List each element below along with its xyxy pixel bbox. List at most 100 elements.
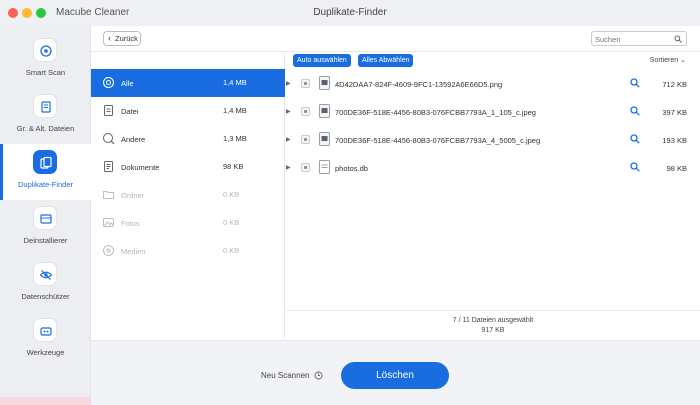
file-checkbox[interactable]	[301, 163, 310, 172]
preview-search-icon[interactable]	[630, 106, 640, 116]
sort-label: Sortieren	[649, 57, 679, 64]
file-name: photos.db	[335, 164, 368, 173]
sidebar-item-label: Datenschützer	[21, 292, 70, 301]
category-name: Fotos	[121, 219, 140, 228]
expand-arrow-icon[interactable]: ▶	[286, 136, 291, 143]
duplicate-files-icon	[33, 150, 57, 174]
file-name: 4D42DAA7-824F-4609-9FC1-13592A6E66D5.png	[335, 80, 503, 89]
category-item-media: Medien 0 KB	[91, 237, 285, 265]
sidebar-item-duplicate-finder[interactable]: Duplikate-Finder	[0, 144, 91, 200]
other-icon	[103, 133, 115, 145]
title-bar: Macube Cleaner Duplikate-Finder	[0, 0, 700, 26]
file-checkbox[interactable]	[301, 79, 310, 88]
category-name: Datei	[121, 107, 139, 116]
eye-slash-icon	[33, 262, 57, 286]
file-size: 712 KB	[662, 80, 687, 89]
category-size: 1,4 MB	[223, 106, 247, 115]
sidebar-item-privacy[interactable]: Datenschützer	[0, 256, 91, 312]
chevron-down-icon: ⌄	[680, 57, 686, 64]
toolbox-icon	[33, 318, 57, 342]
window-title: Duplikate-Finder	[313, 7, 387, 18]
documents-icon	[104, 161, 113, 172]
category-name: Alle	[121, 79, 134, 88]
selection-count: 7 / 11 Dateien ausgewählt	[452, 317, 534, 324]
category-list: Alle 1,4 MB Datei 1,4 MB Andere 1,3 MB D…	[91, 53, 285, 339]
category-size: 0 KB	[223, 190, 240, 199]
category-item-documents[interactable]: Dokumente 98 KB	[91, 153, 285, 181]
sidebar-item-smart-scan[interactable]: Smart Scan	[0, 32, 91, 88]
preview-search-icon[interactable]	[630, 134, 640, 144]
refresh-icon[interactable]	[314, 371, 323, 380]
file-row[interactable]: ▶ photos.db 98 KB	[286, 154, 700, 182]
database-file-icon	[319, 160, 330, 174]
sidebar-item-label: Smart Scan	[25, 68, 66, 77]
category-name: Ordner	[121, 191, 145, 200]
file-checkbox[interactable]	[301, 135, 310, 144]
category-size: 0 KB	[223, 246, 240, 255]
selection-size: 917 KB	[481, 327, 505, 334]
category-item-folder: Ordner 0 KB	[91, 181, 285, 209]
sort-dropdown[interactable]: Sortieren ⌄	[650, 56, 686, 64]
category-name: Dokumente	[121, 163, 160, 172]
file-size: 397 KB	[662, 108, 687, 117]
category-size: 98 KB	[223, 162, 244, 171]
expand-arrow-icon[interactable]: ▶	[286, 108, 291, 115]
chevron-left-icon: ‹	[108, 33, 111, 43]
category-item-all[interactable]: Alle 1,4 MB	[91, 69, 285, 97]
file-icon	[104, 105, 113, 116]
file-row[interactable]: ▶ 700DE36F-518E-4456-80B3-076FCBB7793A_1…	[286, 98, 700, 126]
duplicate-files-panel: Auto auswählen Alles Abwählen Sortieren …	[286, 53, 700, 339]
selection-summary: 7 / 11 Dateien ausgewählt 917 KB	[286, 310, 700, 339]
sidebar: Smart Scan Gr. & Alt. Dateien Duplikate-…	[0, 26, 91, 405]
footer-bar: Neu Scannen Löschen	[91, 340, 700, 405]
category-item-photos: Fotos 0 KB	[91, 209, 285, 237]
sidebar-item-tools[interactable]: Werkzeuge	[0, 312, 91, 368]
file-name: 700DE36F-518E-4456-80B3-076FCBB7793A_1_1…	[335, 108, 536, 117]
rescan-button[interactable]: Neu Scannen	[261, 371, 309, 380]
category-item-other[interactable]: Andere 1,3 MB	[91, 125, 285, 153]
search-field[interactable]	[591, 31, 687, 46]
target-icon	[33, 38, 57, 62]
image-file-icon	[319, 104, 330, 118]
search-input[interactable]	[595, 33, 665, 45]
image-file-icon	[319, 132, 330, 146]
app-window: Macube Cleaner Duplikate-Finder Smart Sc…	[0, 0, 700, 405]
search-icon	[674, 35, 682, 43]
auto-select-button[interactable]: Auto auswählen	[293, 54, 351, 67]
photo-icon	[103, 218, 114, 227]
media-icon	[103, 245, 114, 256]
file-row[interactable]: ▶ 700DE36F-518E-4456-80B3-076FCBB7793A_4…	[286, 126, 700, 154]
app-box-icon	[33, 206, 57, 230]
delete-button[interactable]: Löschen	[341, 362, 449, 389]
document-icon	[33, 94, 57, 118]
file-row[interactable]: ▶ 4D42DAA7-824F-4609-9FC1-13592A6E66D5.p…	[286, 70, 700, 98]
category-size: 1,4 MB	[223, 78, 247, 87]
back-button[interactable]: ‹ Zurück	[103, 31, 141, 46]
sidebar-item-label: Duplikate-Finder	[17, 180, 74, 189]
deselect-all-button[interactable]: Alles Abwählen	[358, 54, 414, 67]
file-size: 98 KB	[666, 164, 687, 173]
file-name: 700DE36F-518E-4456-80B3-076FCBB7793A_4_5…	[335, 136, 541, 145]
image-file-icon	[319, 76, 330, 90]
file-size: 193 KB	[662, 136, 687, 145]
all-categories-icon	[102, 76, 115, 89]
category-size: 0 KB	[223, 218, 240, 227]
sidebar-item-label: Deinstallierer	[23, 236, 68, 245]
sidebar-bottom-strip	[0, 397, 91, 405]
back-button-label: Zurück	[115, 34, 138, 43]
expand-arrow-icon[interactable]: ▶	[286, 164, 291, 171]
category-item-file[interactable]: Datei 1,4 MB	[91, 97, 285, 125]
folder-icon	[103, 191, 114, 199]
files-header: Auto auswählen Alles Abwählen Sortieren …	[286, 53, 700, 69]
category-name: Medien	[121, 247, 146, 256]
sidebar-item-uninstaller[interactable]: Deinstallierer	[0, 200, 91, 256]
expand-arrow-icon[interactable]: ▶	[286, 80, 291, 87]
toolbar: ‹ Zurück	[91, 26, 700, 52]
sidebar-item-large-old-files[interactable]: Gr. & Alt. Dateien	[0, 88, 91, 144]
file-checkbox[interactable]	[301, 107, 310, 116]
preview-search-icon[interactable]	[630, 78, 640, 88]
sidebar-item-label: Werkzeuge	[26, 348, 65, 357]
preview-search-icon[interactable]	[630, 162, 640, 172]
category-name: Andere	[121, 135, 146, 144]
category-size: 1,3 MB	[223, 134, 247, 143]
